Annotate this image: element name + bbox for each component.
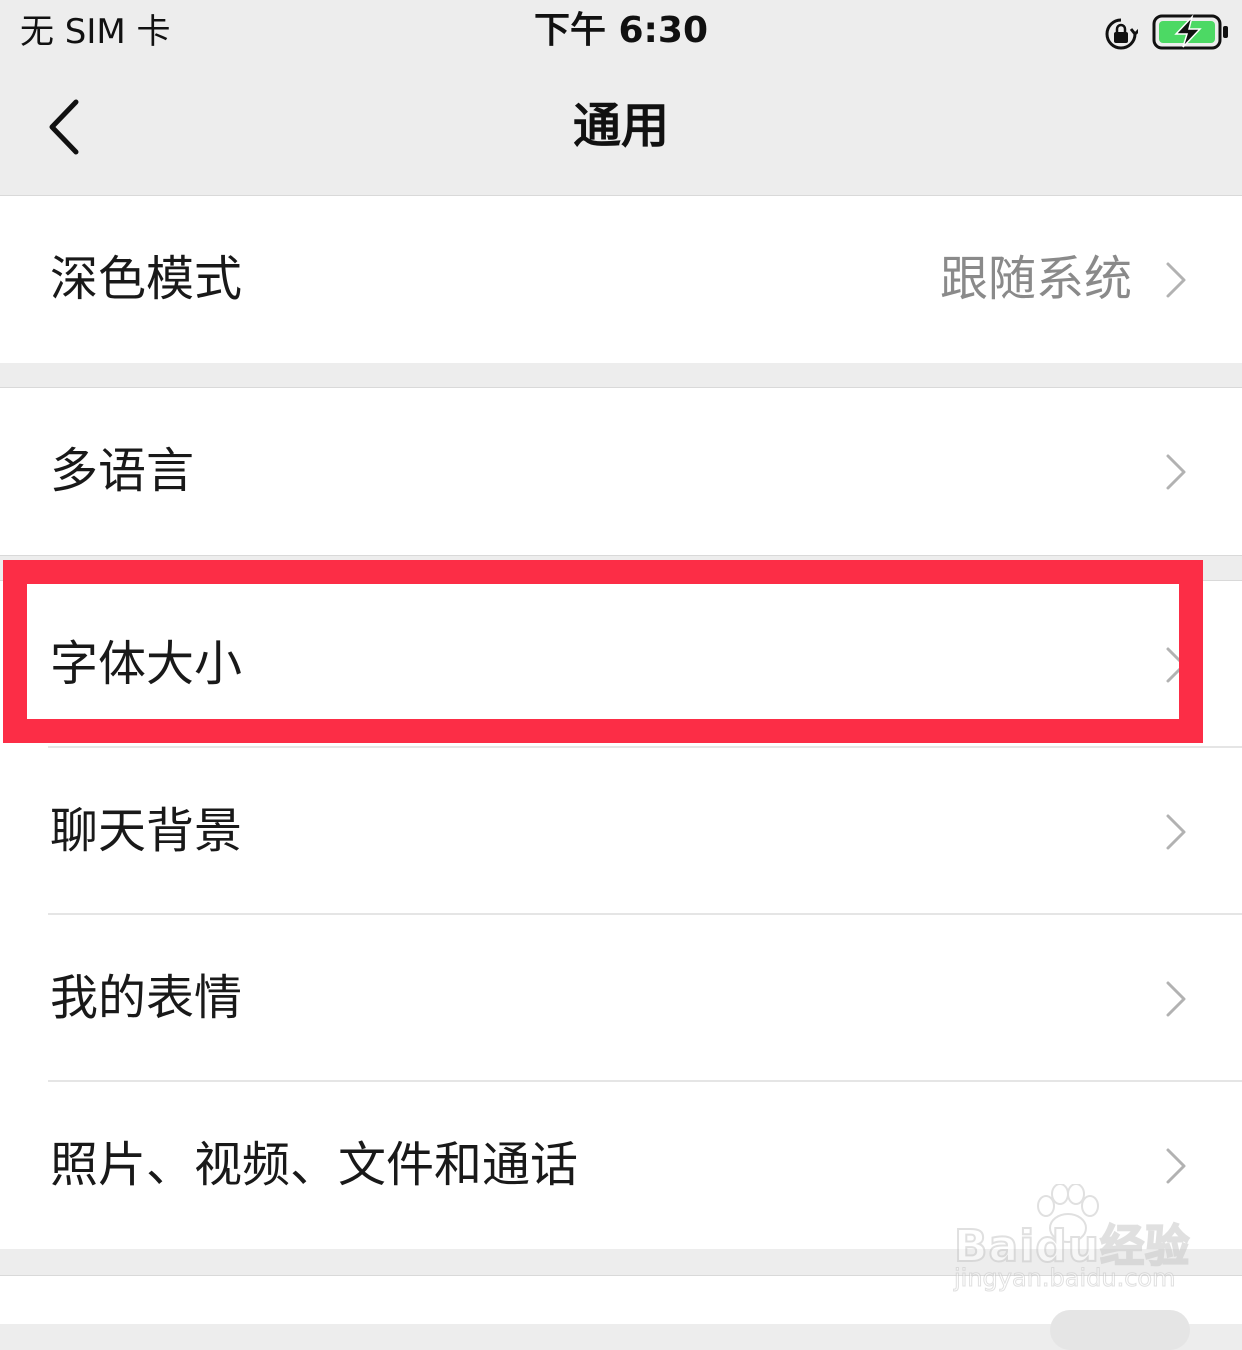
dark-mode-value: 跟随系统 (939, 251, 1132, 307)
chevron-right-icon (1166, 1148, 1186, 1184)
chevron-right-icon (1166, 647, 1186, 683)
chat-background-row[interactable]: 聊天背景 (0, 748, 1242, 915)
orientation-lock-icon (1105, 18, 1138, 50)
battery-charging-icon (1152, 14, 1228, 50)
media-row[interactable]: 照片、视频、文件和通话 (0, 1082, 1242, 1249)
dark-mode-row[interactable]: 深色模式 跟随系统 (0, 196, 1242, 363)
settings-group-general: 多语言 字体大小 聊天背景 我的表情 照片、视频、文件和通话 (0, 387, 1242, 1249)
my-stickers-label: 我的表情 (50, 970, 243, 1026)
font-size-label: 字体大小 (50, 636, 243, 692)
language-row[interactable]: 多语言 (0, 388, 1242, 555)
settings-group-next (0, 1275, 1242, 1350)
dark-mode-label: 深色模式 (50, 251, 243, 307)
status-time: 下午 6:30 (533, 10, 709, 51)
chevron-right-icon (1166, 814, 1186, 850)
chevron-right-icon (1166, 981, 1186, 1017)
chevron-right-icon (1166, 454, 1186, 490)
settings-group-display: 深色模式 跟随系统 (0, 195, 1242, 363)
toggle-switch[interactable] (1050, 1310, 1190, 1350)
chevron-right-icon (1166, 262, 1186, 298)
status-bar: 无 SIM 卡 下午 6:30 (0, 0, 1242, 64)
font-size-row[interactable]: 字体大小 (0, 581, 1242, 748)
chat-background-label: 聊天背景 (50, 803, 243, 859)
group-spacer (0, 555, 1242, 581)
language-label: 多语言 (50, 443, 195, 499)
my-stickers-row[interactable]: 我的表情 (0, 915, 1242, 1082)
navigation-bar: 通用 (0, 64, 1242, 195)
page-title: 通用 (572, 98, 669, 154)
media-label: 照片、视频、文件和通话 (50, 1137, 579, 1193)
